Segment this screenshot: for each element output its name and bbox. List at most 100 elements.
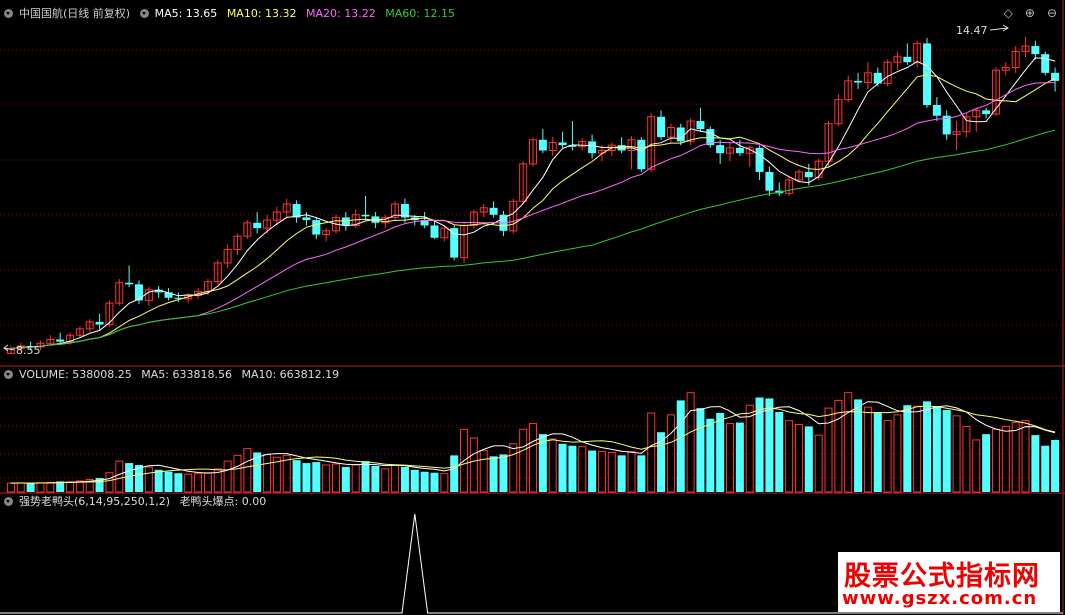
candle-body-down [854,80,863,83]
ma20-line [10,82,1056,350]
volume-bar-down [637,455,646,492]
volume-bar-up [686,392,695,493]
volume-bar-up [844,392,853,493]
volume-bar-down [26,483,35,492]
low-label: 8.55 [16,344,41,357]
volume-bar-up [726,423,735,493]
volume-bar-down [854,399,863,492]
volume-bar-down [420,471,429,492]
panel-menu-icon[interactable] [4,9,13,18]
volume-bar-down [499,454,508,492]
candle-body-down [302,217,311,221]
indicator-value: 老鸭头爆点: 0.00 [179,495,267,508]
volume-bar-up [785,420,794,493]
candle-body-down [755,147,764,172]
volume-bar-down [903,405,912,492]
candle-body-down [125,282,134,285]
volume-bar-down [873,411,882,492]
ma5-label: MA5: 13.65 [154,7,218,20]
volume-menu-icon[interactable] [4,370,13,379]
candle-body-down [735,147,744,154]
candle-body-down [361,214,370,217]
volume-ma-lines [10,401,1056,484]
volume-bar-up [597,451,606,493]
indicator-menu-icon[interactable] [4,497,13,506]
candle-body-down [134,284,143,301]
volume-bar-up [479,450,488,493]
candles [6,36,1060,354]
volume-bars [6,392,1060,493]
volume-bar-down [302,463,311,492]
volume-bar-up [381,468,390,493]
annotations: 14.47 8.55 [3,24,1009,357]
volume-bar-down [982,434,991,492]
volume-ma10-label: MA10: 663812.19 [241,368,340,381]
volume-bar-down [765,398,774,492]
volume-bar-down [617,455,626,492]
volume-bar-down [676,400,685,492]
candle-body-down [56,339,65,342]
volume-bar-up [548,438,557,493]
volume-bar-up [46,481,55,493]
volume-bar-up [1001,425,1010,493]
stock-title[interactable]: 中国国航(日线 前复权) [19,7,130,20]
add-icon[interactable]: ⊕ [1025,6,1035,20]
volume-bar-down [735,422,744,492]
candle-body-down [657,116,666,138]
candle-body-down [804,171,813,178]
volume-bar-up [6,482,15,493]
volume-bar-down [489,456,498,492]
volume-bar-up [233,454,242,493]
volume-bar-up [469,437,478,493]
volume-bar-down [1031,435,1040,492]
candle-body-down [923,43,932,105]
volume-bar-down [371,465,380,492]
volume-bar-down [174,473,183,492]
volume-bar-up [962,425,971,493]
volume-bar-down [942,410,951,492]
volume-bar-down [923,401,932,492]
volume-bar-up [578,446,587,493]
volume-bar-down [450,455,459,492]
watermark-url: www.gszx.com.cn [842,588,1038,609]
volume-bar-up [607,451,616,493]
candle-body-down [676,127,685,142]
volume-bar-up [36,482,45,493]
ma10-line [10,74,1056,350]
volume-bar-down [341,466,350,492]
ma-menu-icon[interactable] [139,9,149,18]
volume-bar-down [706,418,715,492]
kline-chart[interactable]: 14.47 8.55 [0,0,1065,615]
volume-bar-up [331,463,340,493]
volume-bar-up [1011,422,1020,493]
volume-bar-up [883,420,892,493]
volume-bar-up [627,451,636,493]
candle-body-down [430,225,439,238]
indicator-name[interactable]: 强势老鸭头(6,14,95,250,1,2) [19,495,170,508]
remove-icon[interactable]: ⊖ [1047,6,1057,20]
volume-bar-up [351,464,360,493]
volume-bar-up [440,473,449,493]
high-arrow-icon [989,24,1009,32]
candle-body-down [95,321,104,325]
price-header: 中国国航(日线 前复权) MA5: 13.65 MA10: 13.32 MA20… [4,6,461,22]
volume-bar-up [105,472,114,493]
ma10-label: MA10: 13.32 [226,7,297,20]
grid [0,0,1065,615]
volume-bar-down [430,472,439,492]
ma-lines [10,57,1056,350]
candle-body-down [588,141,597,154]
diamond-icon[interactable]: ◇ [1004,6,1013,20]
volume-bar-down [558,443,567,492]
candle-body-down [1031,46,1040,55]
volume-bar-down [696,408,705,492]
volume-bar-down [568,445,577,492]
candle-body-down [932,104,941,116]
candle-body-down [489,207,498,215]
candle-body-down [1041,54,1050,73]
high-label: 14.47 [956,24,988,37]
watermark: 股票公式指标网 www.gszx.com.cn [838,552,1060,612]
volume-bar-down [588,450,597,492]
volume-ma10-line [10,405,1056,484]
candle-body-down [982,110,991,115]
